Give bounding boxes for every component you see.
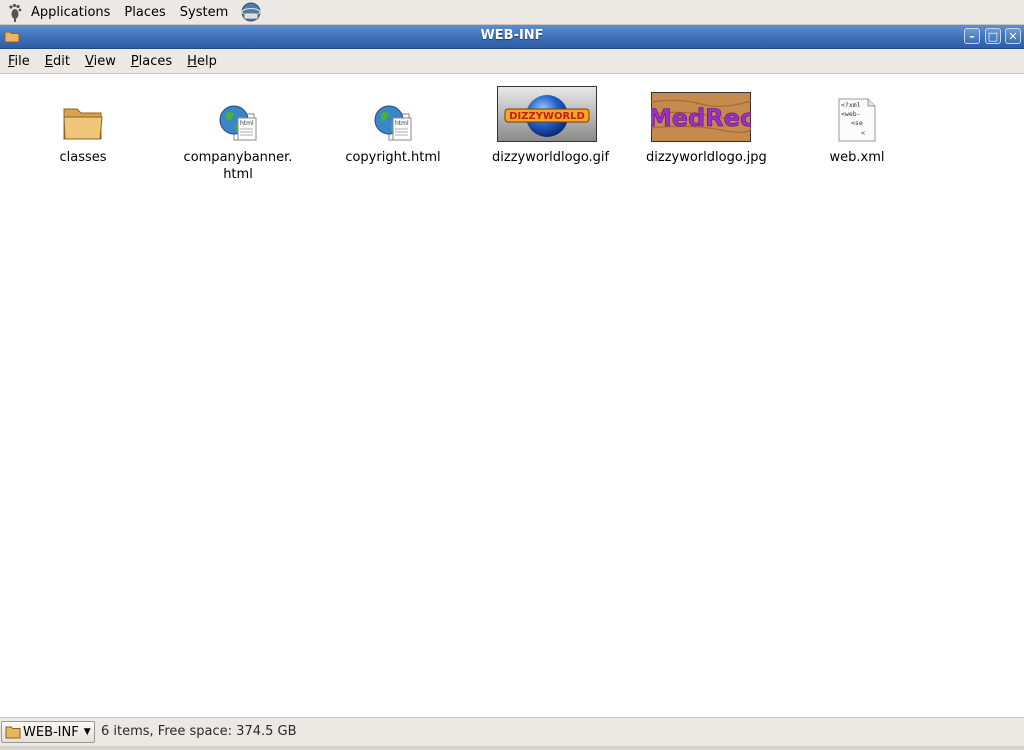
file-label: web.xml [829, 150, 885, 165]
menu-places[interactable]: Places [123, 54, 179, 69]
folder-icon [5, 726, 21, 739]
file-item-companybanner-html[interactable]: html companybanner. html [163, 80, 313, 183]
file-item-copyright-html[interactable]: html copyright.html [318, 80, 468, 166]
file-item-dizzyworldlogo-gif[interactable]: DIZZYWORLD dizzyworldlogo.gif [472, 80, 622, 166]
file-item-dizzyworldlogo-jpg[interactable]: MedRec dizzyworldlogo.jpg [626, 80, 776, 166]
html-file-icon: html [374, 105, 412, 141]
file-icon-view[interactable]: classes html companybanner. html html co… [0, 74, 1024, 717]
file-label: dizzyworldlogo.gif [492, 150, 610, 165]
image-thumbnail: MedRec [651, 92, 751, 142]
file-label: companybanner. html [183, 150, 293, 182]
svg-text:<: < [861, 129, 865, 137]
panel-menu-system[interactable]: System [178, 5, 236, 20]
divider [0, 746, 1024, 750]
menu-file[interactable]: File [0, 54, 37, 69]
file-label: copyright.html [345, 150, 441, 165]
svg-text:<?xml: <?xml [841, 101, 861, 109]
panel-menu-places[interactable]: Places [122, 5, 173, 20]
file-label: classes [59, 150, 107, 165]
chevron-down-icon: ▼ [83, 727, 91, 737]
network-icon[interactable] [240, 1, 262, 23]
svg-text:html: html [395, 120, 409, 127]
file-item-web-xml[interactable]: <?xml <web- <se < web.xml [782, 80, 932, 166]
svg-text:<se: <se [851, 119, 863, 127]
menu-view[interactable]: View [77, 54, 123, 69]
svg-text:MedRec: MedRec [651, 104, 751, 132]
file-label: dizzyworldlogo.jpg [646, 150, 767, 165]
text-file-icon: <?xml <web- <se < [838, 98, 876, 142]
panel-menu-applications[interactable]: Applications [29, 5, 118, 20]
svg-text:DIZZYWORLD: DIZZYWORLD [509, 111, 585, 122]
window-titlebar[interactable]: WEB-INF – □ ✕ [0, 25, 1024, 49]
menubar: File Edit View Places Help [0, 49, 1024, 74]
html-file-icon: html [219, 105, 257, 141]
file-item-classes[interactable]: classes [8, 80, 158, 166]
window-title: WEB-INF [480, 28, 544, 43]
location-label: WEB-INF [23, 724, 79, 740]
status-info: 6 items, Free space: 374.5 GB [101, 724, 297, 739]
folder-icon [63, 108, 103, 140]
svg-text:<web-: <web- [841, 110, 861, 118]
status-bar: WEB-INF ▼ 6 items, Free space: 374.5 GB [0, 717, 1024, 750]
top-panel: Applications Places System [0, 0, 1024, 25]
close-button[interactable]: ✕ [1005, 28, 1021, 44]
svg-text:html: html [240, 120, 254, 127]
minimize-button[interactable]: – [964, 28, 980, 44]
menu-edit[interactable]: Edit [37, 54, 77, 69]
location-button[interactable]: WEB-INF ▼ [1, 721, 95, 743]
menu-help[interactable]: Help [179, 54, 224, 69]
gnome-foot-icon[interactable] [5, 2, 25, 22]
maximize-button[interactable]: □ [985, 28, 1001, 44]
image-thumbnail: DIZZYWORLD [497, 86, 597, 142]
